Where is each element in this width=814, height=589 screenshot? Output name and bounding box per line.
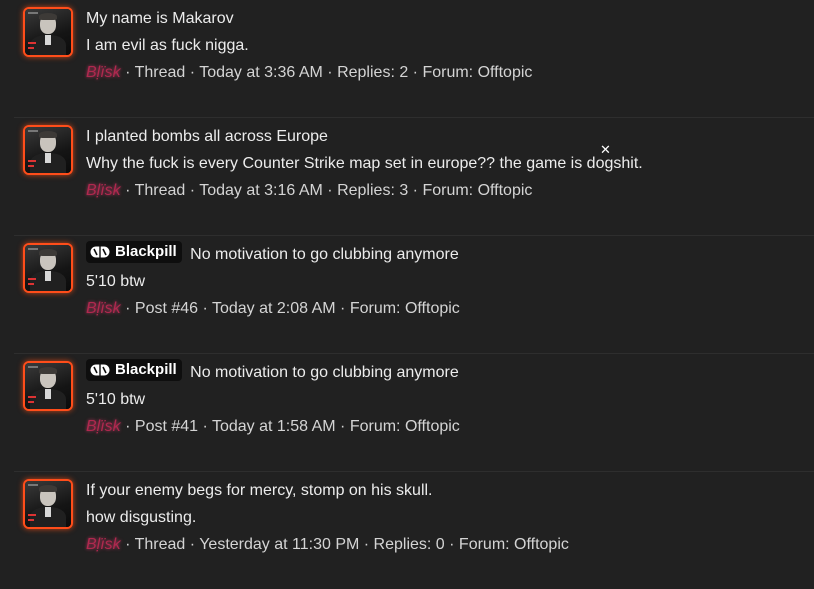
result-title-text[interactable]: My name is Makarov — [86, 10, 234, 27]
search-results-list: My name is Makarov I am evil as fuck nig… — [0, 0, 814, 589]
pill-icon — [90, 246, 110, 258]
username-link[interactable]: Bḷïsk — [86, 300, 121, 317]
result-meta: Bḷïsk · Thread · Yesterday at 11:30 PM ·… — [86, 531, 804, 558]
result-meta: Bḷïsk · Thread · Today at 3:36 AM · Repl… — [86, 59, 804, 86]
prefix-text[interactable]: Blackpill — [115, 241, 177, 263]
result-meta: Bḷïsk · Post #46 · Today at 2:08 AM · Fo… — [86, 295, 804, 322]
result-title[interactable]: Blackpill No motivation to go clubbing a… — [86, 359, 804, 386]
result-snippet: Why the fuck is every Counter Strike map… — [86, 155, 643, 172]
result-snippet: I am evil as fuck nigga. — [86, 37, 249, 54]
result-meta-text: · Post #41 · Today at 1:58 AM · Forum: O… — [120, 418, 460, 435]
result-meta: Bḷïsk · Thread · Today at 3:16 AM · Repl… — [86, 177, 804, 204]
prefix-label[interactable]: Blackpill — [86, 359, 182, 381]
username-link[interactable]: Bḷïsk — [86, 182, 121, 199]
result-meta: Bḷïsk · Post #41 · Today at 1:58 AM · Fo… — [86, 413, 804, 440]
result-meta-text: · Post #46 · Today at 2:08 AM · Forum: O… — [120, 300, 460, 317]
result-title[interactable]: I planted bombs all across Europe — [86, 123, 804, 150]
result-title-text[interactable]: No motivation to go clubbing anymore — [190, 246, 459, 263]
list-item: Blackpill No motivation to go clubbing a… — [14, 236, 814, 354]
avatar[interactable] — [25, 363, 71, 409]
result-snippet: how disgusting. — [86, 509, 197, 526]
result-snippet: 5'10 btw — [86, 273, 146, 290]
result-meta-text: · Thread · Yesterday at 11:30 PM · Repli… — [120, 536, 569, 553]
prefix-text[interactable]: Blackpill — [115, 359, 177, 381]
result-meta-text: · Thread · Today at 3:36 AM · Replies: 2… — [120, 64, 533, 81]
result-title-text[interactable]: No motivation to go clubbing anymore — [190, 364, 459, 381]
result-title[interactable]: Blackpill No motivation to go clubbing a… — [86, 241, 804, 268]
username-link[interactable]: Bḷïsk — [86, 418, 121, 435]
list-item: If your enemy begs for mercy, stomp on h… — [14, 472, 814, 589]
list-item: Blackpill No motivation to go clubbing a… — [14, 354, 814, 472]
avatar[interactable] — [25, 9, 71, 55]
avatar[interactable] — [25, 481, 71, 527]
username-link[interactable]: Bḷïsk — [86, 536, 121, 553]
result-meta-text: · Thread · Today at 3:16 AM · Replies: 3… — [120, 182, 533, 199]
result-title-text[interactable]: If your enemy begs for mercy, stomp on h… — [86, 482, 433, 499]
avatar[interactable] — [25, 127, 71, 173]
result-title[interactable]: My name is Makarov — [86, 5, 804, 32]
avatar[interactable] — [25, 245, 71, 291]
pill-icon — [90, 364, 110, 376]
result-title-text[interactable]: I planted bombs all across Europe — [86, 128, 328, 145]
prefix-label[interactable]: Blackpill — [86, 241, 182, 263]
result-title[interactable]: If your enemy begs for mercy, stomp on h… — [86, 477, 804, 504]
username-link[interactable]: Bḷïsk — [86, 64, 121, 81]
result-snippet: 5'10 btw — [86, 391, 146, 408]
list-item: I planted bombs all across Europe Why th… — [14, 118, 814, 236]
close-cursor-icon: ✕ — [600, 142, 611, 157]
list-item: My name is Makarov I am evil as fuck nig… — [14, 0, 814, 118]
